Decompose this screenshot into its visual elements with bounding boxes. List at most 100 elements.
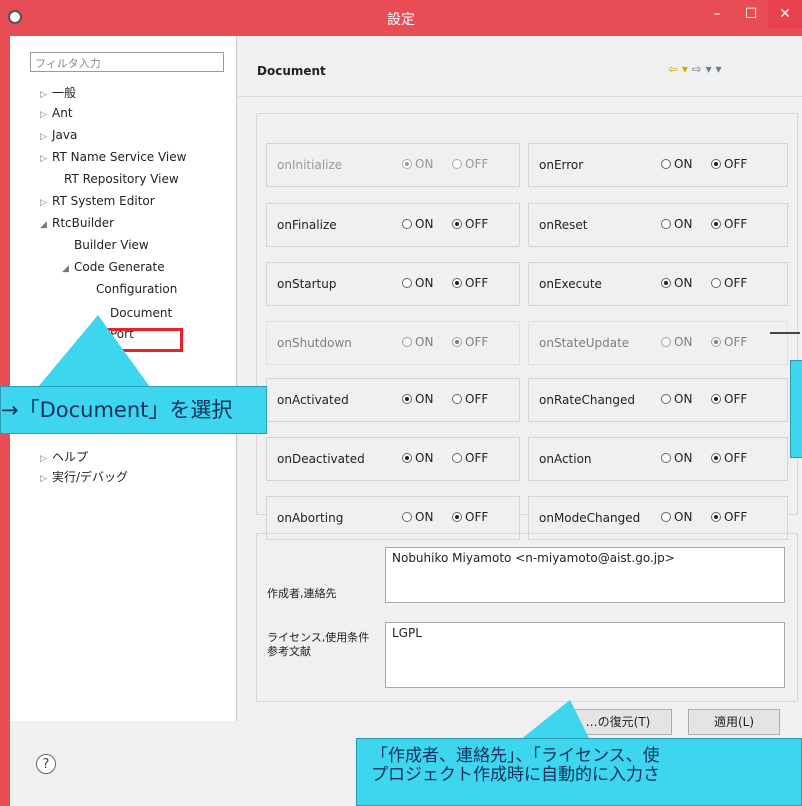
expand-arrow-icon[interactable]: ▷ <box>40 198 52 208</box>
expand-arrow-icon[interactable]: ▷ <box>40 132 52 142</box>
callout-line-2: プロジェクト作成時に自動的に入力さ <box>371 765 660 785</box>
back-arrow-icon[interactable]: ⇦ ▾ <box>668 62 688 76</box>
expand-arrow-icon[interactable]: ▷ <box>40 154 52 164</box>
author-label: 作成者,連絡先 <box>267 587 337 600</box>
onReset-off-radio[interactable]: OFF <box>711 217 747 231</box>
close-button[interactable]: ✕ <box>768 0 802 28</box>
tree-item-ヘルプ[interactable]: ▷ ヘルプ <box>40 448 88 465</box>
tree-item-rtcbuilder[interactable]: ◢ RtcBuilder <box>40 216 114 230</box>
tree-item-ant[interactable]: ▷ Ant <box>40 106 73 120</box>
callback-onError: onError ON OFF <box>528 143 788 187</box>
tree-item-実行/デバッグ[interactable]: ▷ 実行/デバッグ <box>40 468 128 485</box>
onStateUpdate-on-radio[interactable]: ON <box>661 335 692 349</box>
radio-label: OFF <box>724 276 748 290</box>
radio-label: ON <box>415 510 434 524</box>
license-label: ライセンス,使用条件 参考文献 <box>267 631 369 659</box>
tree-item-rt-repository-view[interactable]: RT Repository View <box>52 172 179 186</box>
tree-item-label: RT Name Service View <box>52 150 187 164</box>
radio-label: ON <box>415 276 434 290</box>
minimize-button[interactable]: – <box>700 0 734 28</box>
radio-label: OFF <box>465 276 489 290</box>
onDeactivated-off-radio[interactable]: OFF <box>452 451 488 465</box>
onAborting-off-radio[interactable]: OFF <box>452 510 488 524</box>
onRateChanged-on-radio[interactable]: ON <box>661 392 692 406</box>
onStateUpdate-off-radio[interactable]: OFF <box>711 335 747 349</box>
onStartup-on-radio[interactable]: ON <box>402 276 433 290</box>
callout-line <box>770 332 800 334</box>
license-field[interactable]: LGPL <box>385 622 785 688</box>
onError-on-radio[interactable]: ON <box>661 157 692 171</box>
radio-circle-icon <box>452 219 462 229</box>
onFinalize-off-radio[interactable]: OFF <box>452 217 488 231</box>
tree-item-label: Builder View <box>74 238 149 252</box>
callback-onExecute: onExecute ON OFF <box>528 262 788 306</box>
expand-arrow-icon[interactable]: ▷ <box>40 454 52 464</box>
page-title: Document <box>257 64 326 78</box>
tree-item-rt-name-service-view[interactable]: ▷ RT Name Service View <box>40 150 186 164</box>
radio-label: OFF <box>724 451 748 465</box>
onInitialize-on-radio: ON <box>402 157 433 171</box>
onExecute-off-radio[interactable]: OFF <box>711 276 747 290</box>
onFinalize-on-radio[interactable]: ON <box>402 217 433 231</box>
apply-button[interactable]: 適用(L) <box>688 709 780 735</box>
document-page: Document ⇦ ▾ ⇨ ▾ ▾ onInitialize ON OFF onEr… <box>238 36 802 735</box>
radio-label: ON <box>674 157 693 171</box>
forward-arrow-icon[interactable]: ⇨ ▾ ▾ <box>692 62 722 76</box>
callback-label: onStateUpdate <box>539 336 630 350</box>
onAction-on-radio[interactable]: ON <box>661 451 692 465</box>
callback-label: onStartup <box>277 277 337 291</box>
maximize-button[interactable]: ☐ <box>734 0 768 28</box>
header-divider <box>238 96 802 97</box>
tree-item-label: RT Repository View <box>64 172 179 186</box>
callback-onDeactivated: onDeactivated ON OFF <box>266 437 520 481</box>
onShutdown-off-radio[interactable]: OFF <box>452 335 488 349</box>
onAborting-on-radio[interactable]: ON <box>402 510 433 524</box>
radio-circle-icon <box>661 337 671 347</box>
onError-off-radio[interactable]: OFF <box>711 157 747 171</box>
author-field[interactable]: Nobuhiko Miyamoto <n-miyamoto@aist.go.jp… <box>385 547 785 603</box>
radio-circle-icon <box>402 219 412 229</box>
callback-onStartup: onStartup ON OFF <box>266 262 520 306</box>
onReset-on-radio[interactable]: ON <box>661 217 692 231</box>
collapse-arrow-icon[interactable]: ◢ <box>62 264 74 274</box>
radio-label: OFF <box>724 510 748 524</box>
radio-circle-icon <box>452 159 462 169</box>
expand-arrow-icon[interactable]: ▷ <box>40 110 52 120</box>
filter-input[interactable]: フィルタ入力 <box>30 52 224 72</box>
radio-label: ON <box>415 335 434 349</box>
tree-item-rt-system-editor[interactable]: ▷ RT System Editor <box>40 194 155 208</box>
radio-circle-icon <box>452 394 462 404</box>
radio-circle-icon <box>661 453 671 463</box>
onStartup-off-radio[interactable]: OFF <box>452 276 488 290</box>
onAction-off-radio[interactable]: OFF <box>711 451 747 465</box>
onRateChanged-off-radio[interactable]: OFF <box>711 392 747 406</box>
onActivated-on-radio[interactable]: ON <box>402 392 433 406</box>
onActivated-off-radio[interactable]: OFF <box>452 392 488 406</box>
expand-arrow-icon[interactable]: ▷ <box>40 474 52 484</box>
callback-label: onReset <box>539 218 588 232</box>
side-callout <box>790 360 802 458</box>
tree-item-builder-view[interactable]: Builder View <box>62 238 149 252</box>
radio-circle-icon <box>452 278 462 288</box>
onShutdown-on-radio[interactable]: ON <box>402 335 433 349</box>
tree-item-code-generate[interactable]: ◢ Code Generate <box>62 260 165 274</box>
onModeChanged-on-radio[interactable]: ON <box>661 510 692 524</box>
collapse-arrow-icon[interactable]: ◢ <box>40 220 52 230</box>
expand-arrow-icon[interactable]: ▷ <box>40 90 52 100</box>
callback-onAction: onAction ON OFF <box>528 437 788 481</box>
tree-item-一般[interactable]: ▷ 一般 <box>40 84 76 101</box>
callback-label: onExecute <box>539 277 602 291</box>
tree-item-label: RT System Editor <box>52 194 155 208</box>
callback-label: onAborting <box>277 511 344 525</box>
tree-item-configuration[interactable]: Configuration <box>84 282 177 296</box>
onModeChanged-off-radio[interactable]: OFF <box>711 510 747 524</box>
help-icon[interactable]: ? <box>36 754 56 774</box>
tree-item-java[interactable]: ▷ Java <box>40 128 77 142</box>
radio-label: ON <box>415 157 434 171</box>
callback-onRateChanged: onRateChanged ON OFF <box>528 378 788 422</box>
onExecute-on-radio[interactable]: ON <box>661 276 692 290</box>
radio-circle-icon <box>402 278 412 288</box>
radio-label: OFF <box>465 510 489 524</box>
radio-circle-icon <box>402 337 412 347</box>
onDeactivated-on-radio[interactable]: ON <box>402 451 433 465</box>
